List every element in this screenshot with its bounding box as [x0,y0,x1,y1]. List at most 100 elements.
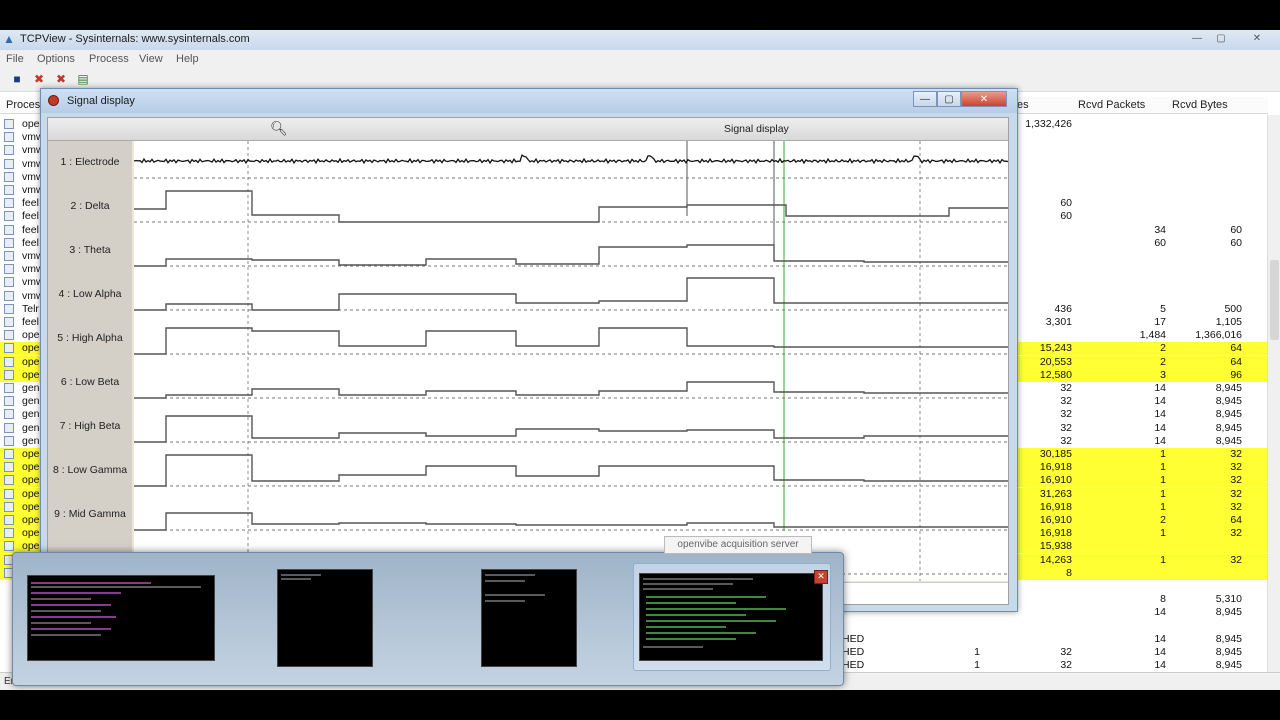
rcvd-bytes-cell: 8,945 [1215,659,1242,672]
minimize-button[interactable]: — [1186,32,1208,46]
bytes-cell: 32 [1060,659,1072,672]
bytes-cell: 32 [1060,646,1072,658]
state-cell: HED [842,659,865,672]
tcpview-titlebar[interactable]: ▲ TCPView - Sysinternals: www.sysinterna… [0,30,1280,50]
rcvd-packets-cell: 14 [1154,395,1166,408]
refresh-icon[interactable]: ▤ [76,72,90,86]
process-icon [4,475,14,486]
signal-toolbar: 🔍︎ Signal display [48,118,1008,141]
thumbnail-window-4[interactable] [639,573,823,661]
band-power-trace [134,277,1008,311]
thumbnail-close-icon[interactable]: ✕ [814,570,828,584]
band-power-trace [134,454,1008,487]
channel-labels: 1 : Electrode 2 : Delta 3 : Theta 4 : Low A… [48,141,132,604]
process-icon [4,356,14,367]
menu-bar: File Options Process View Help [0,50,1280,69]
maximize-button[interactable]: ▢ [1210,32,1232,46]
process-icon [4,198,14,209]
band-power-trace [134,381,1008,399]
close-process-icon[interactable]: ✖ [32,72,46,86]
letterbox-bottom [0,690,1280,720]
signal-close-button[interactable]: ✕ [961,91,1007,107]
process-name: ope [22,355,40,368]
close-connection-icon[interactable]: ✖ [54,72,68,86]
channel-label: 1 : Electrode [60,156,120,168]
thumbnail-window-1[interactable] [27,575,215,661]
rcvd-packets-cell: 8 [1160,593,1166,606]
process-name: feel [22,236,39,249]
rcvd-bytes-cell: 32 [1230,474,1242,487]
scrollbar-thumb[interactable] [1270,260,1279,340]
signal-maximize-button[interactable]: ▢ [937,91,961,107]
col-rcvd-bytes[interactable]: Rcvd Bytes [1172,99,1228,111]
rcvd-bytes-cell: 8,945 [1215,632,1242,645]
process-name: ope [22,368,40,381]
rcvd-bytes-cell: 32 [1230,461,1242,474]
col-process[interactable]: Proces [6,99,40,111]
rcvd-bytes-cell: 8,945 [1215,606,1242,619]
process-name: ope [22,500,40,513]
bytes-cell: 16,918 [1039,527,1072,540]
rcvd-bytes-cell: 1,105 [1215,316,1242,328]
process-icon [4,515,14,525]
zoom-icon[interactable]: 🔍︎ [270,121,288,135]
process-name: ope [22,461,40,474]
menu-process[interactable]: Process [89,53,129,65]
process-name: ope [22,342,40,355]
close-button[interactable]: ✕ [1246,32,1268,46]
channel-label: 6 : Low Beta [60,376,120,388]
rcvd-packets-cell: 60 [1154,236,1166,249]
process-icon [4,422,14,433]
vertical-scrollbar[interactable] [1267,115,1280,690]
rcvd-bytes-cell: 32 [1230,527,1242,540]
bytes-cell: 16,918 [1039,500,1072,513]
rcvd-bytes-cell: 60 [1230,236,1242,249]
process-name: gen [22,434,40,447]
rcvd-bytes-cell: 8,945 [1215,408,1242,421]
rcvd-bytes-cell: 32 [1230,553,1242,566]
process-name: feel [22,210,39,223]
band-power-trace [134,327,1008,355]
rcvd-bytes-cell: 60 [1230,223,1242,236]
rcvd-bytes-cell: 8,945 [1215,395,1242,408]
rcvd-packets-cell: 3 [1160,368,1166,381]
rcvd-packets-cell: 14 [1154,646,1166,658]
menu-options[interactable]: Options [37,53,75,65]
process-name: ope [22,329,40,342]
rcvd-bytes-cell: 64 [1230,355,1242,368]
rcvd-packets-cell: 1 [1160,500,1166,513]
band-power-trace [134,415,1008,443]
save-icon[interactable]: ■ [10,72,24,86]
thumbnail-window-3[interactable] [481,569,577,667]
bytes-cell: 32 [1060,408,1072,421]
thumbnail-window-2[interactable] [277,569,373,667]
rcvd-packets-cell: 1 [1160,553,1166,566]
menu-help[interactable]: Help [176,53,199,65]
bytes-cell: 31,263 [1039,487,1072,500]
rcvd-bytes-cell: 32 [1230,448,1242,460]
signal-toolbar-label: Signal display [724,123,789,135]
rcvd-packets-cell: 14 [1154,408,1166,421]
process-icon [4,158,14,169]
rcvd-packets-cell: 14 [1154,421,1166,434]
rcvd-packets-cell: 5 [1160,302,1166,315]
tcpview-title: TCPView - Sysinternals: www.sysinternals… [20,33,250,45]
menu-view[interactable]: View [139,53,163,65]
process-name: feel [22,197,39,210]
bytes-cell: 1,332,426 [1025,118,1072,130]
bytes-cell: 8 [1066,566,1072,579]
rcvd-bytes-cell: 8,945 [1215,421,1242,434]
bytes-cell: 32 [1060,395,1072,408]
process-icon [4,449,14,459]
process-icon [4,330,14,341]
rcvd-bytes-cell: 500 [1224,302,1242,315]
process-icon [4,185,14,195]
menu-file[interactable]: File [6,53,24,65]
process-icon [4,251,14,261]
rcvd-packets-cell: 1 [1160,487,1166,500]
electrode-trace [133,154,1008,165]
signal-minimize-button[interactable]: — [913,91,937,107]
process-icon [4,501,14,512]
signal-titlebar[interactable]: Signal display — ▢ ✕ [41,89,1017,113]
col-rcvd-packets[interactable]: Rcvd Packets [1078,99,1145,111]
